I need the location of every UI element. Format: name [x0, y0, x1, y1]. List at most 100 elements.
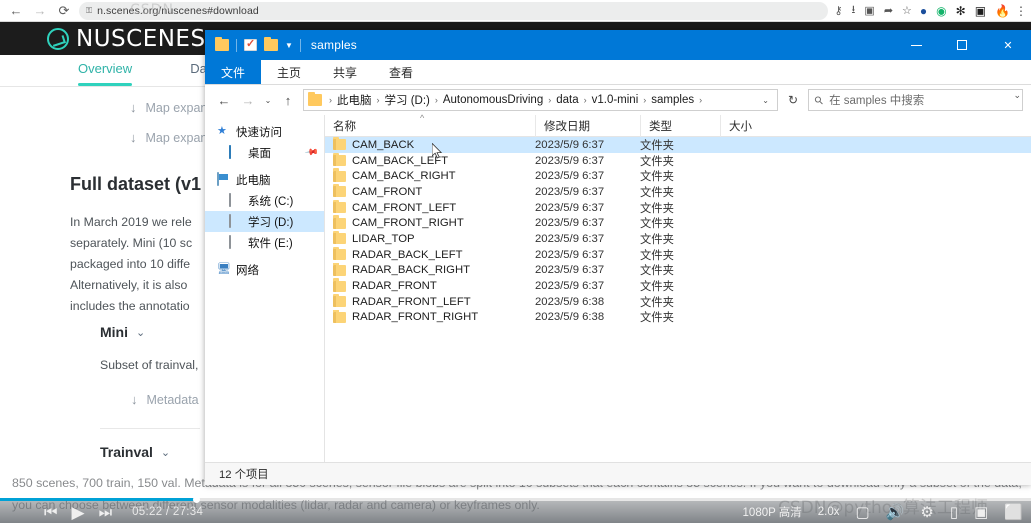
browser-back-button[interactable]: ←: [5, 1, 27, 21]
webfullscreen-icon[interactable]: ▣: [974, 505, 988, 520]
customize-dropdown-icon[interactable]: ▼: [285, 41, 293, 50]
install-icon[interactable]: ⭳: [852, 1, 856, 20]
table-row[interactable]: RADAR_BACK_RIGHT 2023/5/9 6:37 文件夹: [325, 262, 1031, 279]
sidebar-item-quick-access[interactable]: ★ 快速访问: [205, 121, 324, 142]
minimize-button[interactable]: [893, 30, 939, 60]
explorer-up-button[interactable]: ↑: [277, 89, 299, 111]
video-progress-knob[interactable]: [193, 496, 200, 503]
download-icon: ↓: [130, 100, 137, 115]
sidebar-item-network[interactable]: 🖥 网络: [205, 259, 324, 280]
properties-checkbox-icon[interactable]: [244, 37, 257, 51]
breadcrumb-item-1[interactable]: 学习 (D:): [385, 92, 430, 108]
table-row[interactable]: RADAR_FRONT_LEFT 2023/5/9 6:38 文件夹: [325, 293, 1031, 310]
file-date-cell: 2023/5/9 6:37: [535, 185, 605, 198]
pin-icon[interactable]: 📌: [304, 145, 319, 161]
ribbon-tab-share[interactable]: 共享: [317, 60, 373, 84]
file-date-cell: 2023/5/9 6:37: [535, 280, 605, 293]
table-row[interactable]: CAM_BACK_LEFT 2023/5/9 6:37 文件夹: [325, 152, 1031, 169]
ribbon-tab-file[interactable]: 文件: [205, 60, 262, 84]
video-progress-bar[interactable]: [0, 496, 1031, 503]
table-row[interactable]: CAM_FRONT 2023/5/9 6:37 文件夹: [325, 184, 1031, 200]
breadcrumb[interactable]: › 此电脑 › 学习 (D:) › AutonomousDriving › da…: [303, 89, 778, 111]
sidebar-item-this-pc[interactable]: 此电脑: [205, 169, 324, 190]
file-date-cell: 2023/5/9 6:37: [535, 201, 605, 214]
network-icon: 🖥: [217, 263, 231, 275]
bookmark-star-icon[interactable]: ☆: [902, 4, 912, 17]
explorer-back-button[interactable]: ←: [213, 89, 235, 111]
column-header-type[interactable]: 类型: [640, 114, 720, 137]
translate-icon[interactable]: ▣: [864, 4, 874, 17]
table-row[interactable]: CAM_BACK_RIGHT 2023/5/9 6:37 文件夹: [325, 168, 1031, 184]
previous-icon[interactable]: ⏮: [44, 505, 58, 520]
column-header-name[interactable]: 名称 ^: [325, 113, 535, 137]
table-row[interactable]: LIDAR_TOP 2023/5/9 6:37 文件夹: [325, 231, 1031, 247]
quality-label[interactable]: 1080P 高清: [743, 504, 802, 520]
extension-blue-icon[interactable]: ●: [920, 4, 927, 18]
table-row[interactable]: CAM_FRONT_LEFT 2023/5/9 6:37 文件夹: [325, 199, 1031, 216]
file-type-cell: 文件夹: [640, 233, 674, 246]
explorer-title-bar[interactable]: ▼ samples ✕: [205, 30, 1031, 60]
tab-overview[interactable]: Overview: [78, 55, 132, 86]
table-row[interactable]: RADAR_FRONT_RIGHT 2023/5/9 6:38 文件夹: [325, 309, 1031, 326]
sidebar-item-drive-c[interactable]: 系统 (C:): [205, 190, 324, 211]
file-name-cell: CAM_BACK_LEFT: [325, 152, 535, 169]
volume-icon[interactable]: 🔊: [886, 505, 905, 520]
table-row[interactable]: CAM_BACK 2023/5/9 6:37 文件夹: [325, 137, 1031, 153]
breadcrumb-item-5[interactable]: samples: [651, 94, 694, 106]
explorer-forward-button[interactable]: →: [237, 89, 259, 111]
sidepanel-icon[interactable]: ▣: [975, 4, 986, 18]
explorer-recent-locations-button[interactable]: ⌄: [261, 89, 275, 111]
profile-flame-icon[interactable]: 🔥: [995, 4, 1010, 18]
search-box[interactable]: ⚲ 在 samples 中搜索: [808, 89, 1023, 111]
mini-metadata-link[interactable]: ↓ Metadata: [131, 392, 199, 407]
share-icon[interactable]: ➦: [884, 4, 893, 17]
settings-icon[interactable]: ⚙: [920, 505, 933, 520]
sidebar-item-drive-e[interactable]: 软件 (E:): [205, 232, 324, 253]
section-trainval-header[interactable]: Trainval ⌄: [100, 444, 170, 460]
breadcrumb-item-0[interactable]: 此电脑: [337, 92, 372, 108]
file-date-cell: 2023/5/9 6:37: [535, 232, 605, 245]
column-label-date: 修改日期: [544, 120, 590, 133]
next-icon[interactable]: ⏭: [99, 505, 113, 520]
column-header-size[interactable]: 大小: [720, 114, 790, 137]
search-placeholder: 在 samples 中搜索: [829, 95, 925, 107]
file-name: CAM_FRONT_RIGHT: [352, 217, 464, 230]
close-button[interactable]: ✕: [985, 30, 1031, 60]
browser-reload-button[interactable]: ⟳: [53, 1, 75, 21]
browser-forward-button[interactable]: →: [29, 1, 51, 21]
column-header-date[interactable]: 修改日期: [535, 114, 640, 137]
danmaku-icon[interactable]: ▢: [856, 505, 870, 520]
browser-menu-icon[interactable]: ⋮: [1015, 4, 1031, 18]
maximize-button[interactable]: [939, 30, 985, 60]
table-row[interactable]: RADAR_BACK_LEFT 2023/5/9 6:37 文件夹: [325, 246, 1031, 263]
key-icon[interactable]: ⚷: [834, 4, 842, 17]
sidebar-item-desktop[interactable]: 桌面 📌: [205, 142, 324, 163]
table-row[interactable]: RADAR_FRONT 2023/5/9 6:37 文件夹: [325, 278, 1031, 294]
fullscreen-icon[interactable]: ⬜: [1004, 505, 1023, 520]
refresh-button[interactable]: ↻: [782, 93, 804, 107]
table-row[interactable]: CAM_FRONT_RIGHT 2023/5/9 6:37 文件夹: [325, 215, 1031, 231]
breadcrumb-sep: ›: [643, 95, 647, 105]
play-icon[interactable]: ▶: [72, 504, 85, 521]
extension-green-icon[interactable]: ◉: [936, 4, 946, 18]
file-type-cell: 文件夹: [640, 218, 674, 231]
folder-icon[interactable]: [215, 36, 229, 51]
puzzle-icon[interactable]: ✻: [956, 4, 966, 18]
section-mini-header[interactable]: Mini ⌄: [100, 324, 145, 340]
new-folder-icon[interactable]: [264, 36, 278, 51]
breadcrumb-item-3[interactable]: data: [556, 94, 578, 106]
file-name-cell: RADAR_FRONT_LEFT: [325, 293, 535, 310]
address-bar[interactable]: ⚿ n.scenes.org/nuscenes#download: [79, 1, 829, 20]
ribbon-tab-view[interactable]: 查看: [373, 60, 429, 84]
ribbon-expand-icon[interactable]: ⌄: [1013, 90, 1021, 101]
speed-label[interactable]: 2.0x: [818, 506, 840, 518]
section-trainval-title: Trainval: [100, 444, 153, 460]
sidebar-item-drive-d[interactable]: 学习 (D:): [205, 211, 324, 232]
ribbon-tab-home[interactable]: 主页: [261, 60, 317, 84]
file-size-cell: [720, 294, 790, 310]
breadcrumb-item-4[interactable]: v1.0-mini: [592, 94, 639, 106]
breadcrumb-item-2[interactable]: AutonomousDriving: [443, 94, 543, 106]
file-name: CAM_BACK_LEFT: [352, 154, 449, 167]
widescreen-icon[interactable]: ▯: [950, 505, 958, 520]
breadcrumb-dropdown-icon[interactable]: ⌄: [762, 96, 773, 105]
